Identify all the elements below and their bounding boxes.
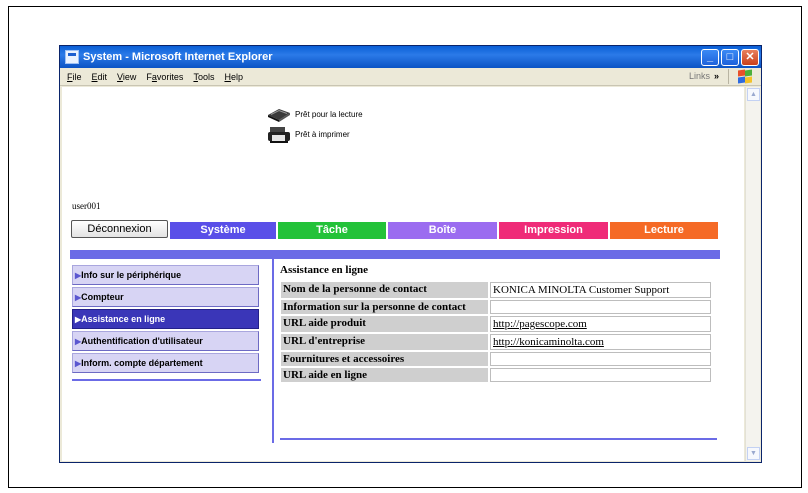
row-key: Information sur la personne de contact [281,300,488,314]
table-row: URL aide en ligne [281,368,711,382]
title-bar[interactable]: System - Microsoft Internet Explorer _ □… [60,46,761,68]
links-label: Links [688,71,710,81]
row-key: Nom de la personne de contact [281,282,488,298]
scroll-down-button[interactable]: ▼ [747,447,760,460]
sidebar-item-info-peripherique[interactable]: ▶Info sur le périphérique [72,265,259,285]
table-row: Fournitures et accessoires [281,352,711,366]
row-key: URL aide en ligne [281,368,488,382]
page-title: Assistance en ligne [280,264,368,276]
username: user001 [72,201,101,211]
tab-boite[interactable]: Boîte [388,222,497,239]
close-button[interactable]: ✕ [741,48,759,66]
reader-status: Prêt pour la lecture [267,106,363,122]
sidebar-bottom-line [72,379,261,381]
minimize-button[interactable]: _ [701,48,719,66]
company-url-link[interactable]: http://konicaminolta.com [493,336,604,348]
menu-help-label: elp [230,71,243,82]
minimize-icon: _ [706,50,714,63]
sidebar-item-label: Info sur le périphérique [81,270,182,280]
tab-tache[interactable]: Tâche [278,222,386,239]
row-key: URL d'entreprise [281,334,488,350]
menu-bar: File Edit View Favorites Tools Help Link… [60,68,761,86]
menu-help[interactable]: Help [224,72,243,82]
product-help-link[interactable]: http://pagescope.com [493,318,587,330]
menu-edit-label: dit [97,71,108,82]
ie-window-icon [65,50,79,64]
menu-file-label: ile [72,71,82,82]
table-row: Nom de la personne de contact KONICA MIN… [281,282,711,298]
table-row: Information sur la personne de contact [281,300,711,314]
sidebar-item-label: Assistance en ligne [81,314,166,324]
table-row: URL d'entreprise http://konicaminolta.co… [281,334,711,350]
row-value [490,300,711,314]
page-content: Prêt pour la lecture Prêt à imprimer use… [62,87,744,461]
sidebar-item-assistance-en-ligne[interactable]: ▶Assistance en ligne [72,309,259,329]
sidebar-item-label: Inform. compte département [81,358,203,368]
toolbar-separator [728,69,729,84]
scroll-up-button[interactable]: ▲ [747,88,760,101]
vertical-scrollbar[interactable]: ▲ ▼ [745,87,760,461]
row-value [490,368,711,382]
sidebar-item-compteur[interactable]: ▶Compteur [72,287,259,307]
menu-tools[interactable]: Tools [193,72,214,82]
support-info-table: Nom de la personne de contact KONICA MIN… [279,280,713,384]
scanner-icon [267,106,291,122]
tab-impression[interactable]: Impression [499,222,608,239]
row-key: Fournitures et accessoires [281,352,488,366]
sidebar-item-label: Authentification d'utilisateur [81,336,203,346]
printer-status: Prêt à imprimer [267,126,350,143]
header-divider-bar [70,250,720,259]
sidebar-item-label: Compteur [81,292,124,302]
printer-status-label: Prêt à imprimer [295,129,350,139]
menu-edit[interactable]: Edit [92,72,108,82]
sidebar-item-authentification[interactable]: ▶Authentification d'utilisateur [72,331,259,351]
row-value [490,352,711,366]
menu-file[interactable]: File [67,72,82,82]
menu-view[interactable]: View [117,72,136,82]
row-value: KONICA MINOLTA Customer Support [490,282,711,298]
links-toolbar[interactable]: Links» [689,71,719,81]
logout-button[interactable]: Déconnexion [71,220,168,238]
tab-systeme[interactable]: Système [170,222,276,239]
row-value-cell: http://konicaminolta.com [490,334,711,350]
browser-window: System - Microsoft Internet Explorer _ □… [59,45,762,463]
menu-favorites[interactable]: Favorites [146,72,183,82]
table-row: URL aide produit http://pagescope.com [281,316,711,332]
windows-flag-icon [737,69,753,84]
menu-tools-label: ools [197,71,215,82]
links-chevron-icon: » [713,71,719,81]
panel-bottom-line [280,438,717,440]
menu-favorites-label: vorites [156,71,184,82]
row-value-cell: http://pagescope.com [490,316,711,332]
maximize-button[interactable]: □ [721,48,739,66]
maximize-icon: □ [726,50,734,63]
reader-status-label: Prêt pour la lecture [295,109,363,119]
tab-lecture[interactable]: Lecture [610,222,718,239]
row-key: URL aide produit [281,316,488,332]
close-icon: ✕ [745,50,755,63]
sidebar-item-compte-departement[interactable]: ▶Inform. compte département [72,353,259,373]
panel-divider [272,259,274,443]
printer-icon [267,126,291,143]
menu-view-label: iew [122,71,137,82]
window-title: System - Microsoft Internet Explorer [83,51,273,63]
